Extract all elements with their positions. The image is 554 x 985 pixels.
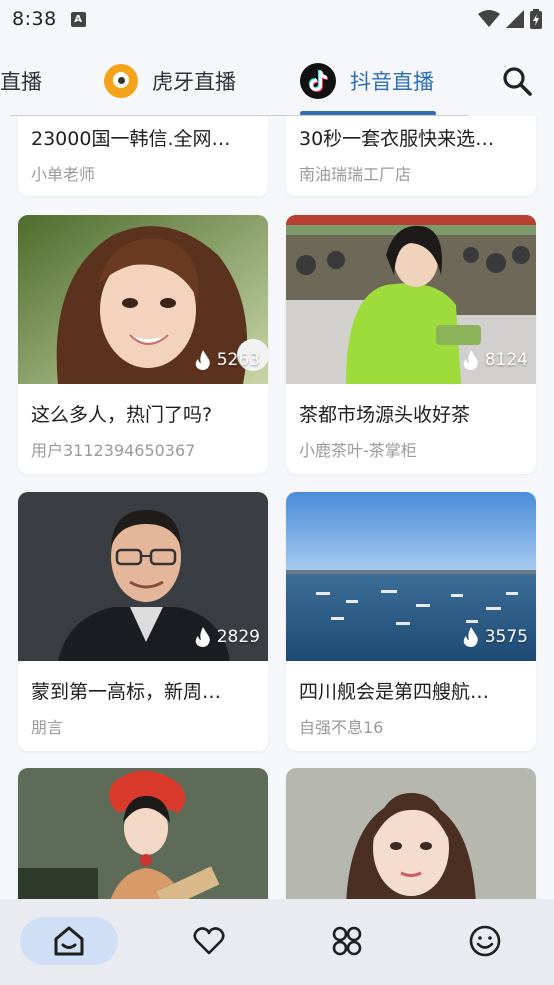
heat-count: 2829 — [216, 627, 260, 647]
live-platform-tabs: 直播 虎牙直播 抖音直播 — [0, 52, 554, 116]
douyin-logo-icon — [300, 63, 336, 99]
viewer-heat: 5263 — [195, 350, 260, 370]
card-title: 蒙到第一高标，新周… — [31, 681, 222, 703]
status-bar: 8:38 A — [0, 0, 554, 38]
stream-thumbnail: 5263 — [18, 215, 268, 384]
search-icon — [503, 67, 532, 96]
live-card[interactable]: 2829 蒙到第一高标，新周… 朋言 — [18, 492, 268, 751]
card-title: 30秒一套衣服快来选… — [299, 128, 495, 150]
flame-icon — [463, 627, 478, 647]
nav-favorites-button[interactable] — [160, 917, 258, 965]
stream-thumbnail: 8124 — [286, 215, 536, 384]
stream-thumbnail: 2829 — [18, 492, 268, 661]
flame-icon — [463, 350, 478, 370]
wifi-icon — [478, 10, 500, 27]
nav-home-button[interactable] — [20, 917, 118, 965]
live-stream-feed[interactable]: 23000国一韩信.全网… 小单老师 30秒一套衣服快来选… 南油瑞瑞工厂店 5… — [0, 116, 554, 899]
search-button[interactable] — [500, 64, 534, 98]
live-card[interactable]: 23000国一韩信.全网… 小单老师 — [18, 116, 268, 196]
smile-icon — [469, 925, 501, 957]
viewer-heat: 2829 — [195, 627, 260, 647]
heat-count: 5263 — [216, 350, 260, 370]
live-card[interactable]: 5263 这么多人，热门了吗? 用户3112394650367 — [18, 215, 268, 474]
home-icon — [54, 926, 84, 956]
viewer-heat: 3575 — [463, 627, 528, 647]
tab-label: 虎牙直播 — [152, 70, 236, 94]
card-author: 南油瑞瑞工厂店 — [299, 165, 412, 184]
live-card[interactable] — [18, 768, 268, 899]
live-card[interactable] — [286, 768, 536, 899]
tab-huya-live[interactable]: 虎牙直播 — [104, 52, 236, 110]
card-author: 小鹿茶叶-茶掌柜 — [299, 441, 417, 460]
viewer-heat: 8124 — [463, 350, 528, 370]
card-author: 自强不息16 — [299, 718, 384, 737]
bottom-navigation — [0, 899, 554, 985]
card-author: 小单老师 — [31, 165, 96, 184]
nav-profile-button[interactable] — [436, 917, 534, 965]
heat-count: 3575 — [484, 627, 528, 647]
live-card[interactable]: 30秒一套衣服快来选… 南油瑞瑞工厂店 — [286, 116, 536, 196]
stream-thumbnail: 3575 — [286, 492, 536, 661]
card-title: 四川舰会是第四艘航… — [299, 681, 490, 703]
card-author: 用户3112394650367 — [31, 441, 196, 460]
stream-thumbnail — [18, 768, 268, 899]
stream-thumbnail — [286, 768, 536, 899]
tab-label: 抖音直播 — [350, 70, 434, 94]
status-indicators — [478, 9, 542, 29]
live-card[interactable]: 8124 茶都市场源头收好茶 小鹿茶叶-茶掌柜 — [286, 215, 536, 474]
status-time: 8:38 — [12, 8, 57, 30]
live-card[interactable]: 3575 四川舰会是第四艘航… 自强不息16 — [286, 492, 536, 751]
card-title: 茶都市场源头收好茶 — [299, 404, 471, 426]
heart-icon — [193, 927, 225, 955]
heat-count: 8124 — [484, 350, 528, 370]
notification-icon: A — [70, 11, 86, 27]
tab-douyin-live[interactable]: 抖音直播 — [300, 52, 434, 110]
card-author: 朋言 — [31, 718, 64, 737]
flame-icon — [195, 627, 210, 647]
apps-icon — [332, 926, 362, 956]
battery-icon — [530, 9, 542, 29]
card-title: 23000国一韩信.全网… — [31, 128, 231, 150]
flame-icon — [195, 350, 210, 370]
card-title: 这么多人，热门了吗? — [31, 404, 213, 426]
tab-label: 直播 — [0, 70, 42, 94]
huya-logo-icon — [104, 64, 138, 98]
nav-categories-button[interactable] — [298, 917, 396, 965]
tab-live-partial[interactable]: 直播 — [0, 52, 48, 110]
signal-icon — [506, 10, 524, 28]
